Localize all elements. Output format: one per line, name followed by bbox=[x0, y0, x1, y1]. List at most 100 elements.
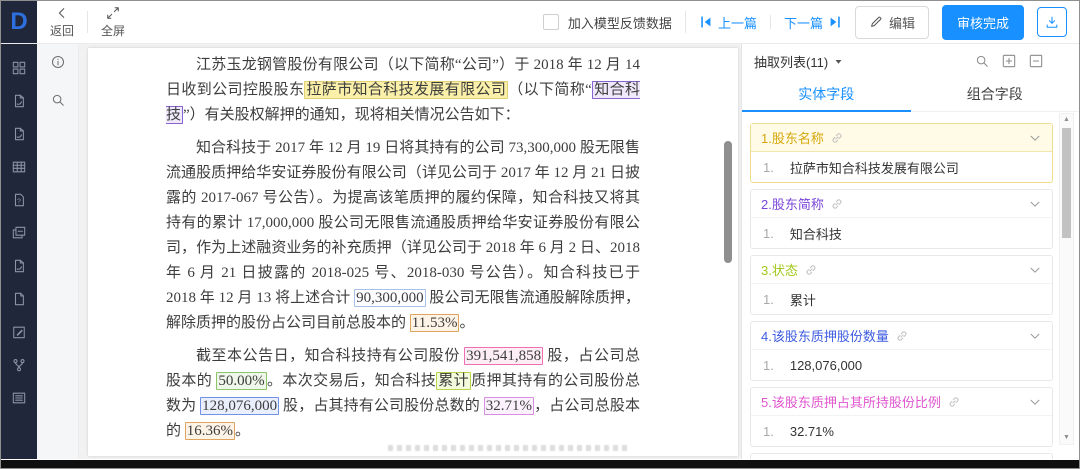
caret-down-icon bbox=[834, 57, 843, 66]
fullscreen-button[interactable]: 全屏 bbox=[88, 6, 138, 39]
chevron-down-icon[interactable] bbox=[1028, 131, 1042, 145]
panel-scrollbar[interactable]: ▲ ▼ bbox=[1059, 113, 1074, 445]
field-value-row[interactable]: 1.128,076,000 bbox=[751, 350, 1052, 380]
pdf-file-icon[interactable] bbox=[1, 249, 37, 282]
topbar: D 返回 全屏 加入模型反馈数据 上一篇 下一篇 bbox=[1, 1, 1079, 44]
back-button[interactable]: 返回 bbox=[37, 6, 87, 39]
doc-highlight-lime[interactable]: 累计 bbox=[436, 372, 471, 390]
next-page-fragment bbox=[388, 445, 628, 451]
unknown-file-icon[interactable]: ? bbox=[1, 183, 37, 216]
branch-icon[interactable] bbox=[1, 348, 37, 381]
tab-combined-fields[interactable]: 组合字段 bbox=[911, 77, 1080, 111]
feedback-checkbox-row[interactable]: 加入模型反馈数据 bbox=[543, 13, 672, 32]
value-index: 1. bbox=[763, 160, 774, 175]
doc-paragraph: 知合科技于 2017 年 12 月 19 日将其持有的公司 73,300,000… bbox=[166, 136, 640, 336]
topbar-actions: 加入模型反馈数据 上一篇 下一篇 编辑 审核完成 bbox=[543, 5, 1079, 40]
info-icon[interactable] bbox=[51, 55, 65, 69]
dashboard-icon[interactable] bbox=[1, 51, 37, 84]
field-card: 5.该股东质押占其所持股份比例 1. 32.71% bbox=[750, 387, 1053, 447]
back-label: 返回 bbox=[50, 22, 74, 39]
field-label: 4.该股东质押股份数量 bbox=[761, 326, 889, 345]
link-icon[interactable] bbox=[895, 329, 909, 343]
field-label: 3.状态 bbox=[761, 260, 798, 279]
field-value: 累计 bbox=[790, 290, 816, 309]
doc-highlight-orange[interactable]: 16.36% bbox=[185, 422, 235, 440]
doc-highlight-pink[interactable]: 391,541,858 bbox=[464, 347, 543, 365]
link-icon[interactable] bbox=[830, 131, 844, 145]
field-value-row[interactable]: 1. 32.71% bbox=[751, 416, 1052, 446]
panel-tabs: 实体字段 组合字段 bbox=[742, 77, 1079, 112]
link-icon[interactable] bbox=[804, 263, 818, 277]
search-icon[interactable] bbox=[975, 54, 989, 68]
chevron-down-icon[interactable] bbox=[1028, 197, 1042, 211]
file-icon[interactable] bbox=[1, 282, 37, 315]
copy-icon[interactable] bbox=[1, 216, 37, 249]
doc-highlight-orange[interactable]: 11.53% bbox=[410, 314, 460, 332]
field-card-header[interactable]: 2.股东简称 bbox=[751, 190, 1052, 218]
next-label: 下一篇 bbox=[784, 13, 823, 32]
doc-highlight-yellow[interactable]: 拉萨市知合科技发展有限公司 bbox=[304, 81, 508, 99]
doc-highlight-violet[interactable]: 32.71% bbox=[484, 397, 534, 415]
table-icon[interactable] bbox=[1, 150, 37, 183]
pencil-icon bbox=[869, 15, 883, 29]
field-card: 4.该股东质押股份数量 1.128,076,000 bbox=[750, 321, 1053, 381]
next-article-button[interactable]: 下一篇 bbox=[784, 13, 842, 32]
edit-note-icon[interactable] bbox=[1, 315, 37, 348]
scrollbar-thumb[interactable] bbox=[724, 141, 732, 263]
field-value: 32.71% bbox=[790, 424, 834, 439]
doc-highlight-blue[interactable]: 128,076,000 bbox=[200, 397, 279, 415]
field-value: 128,076,000 bbox=[790, 358, 862, 373]
chevron-down-icon[interactable] bbox=[1028, 329, 1042, 343]
skip-previous-icon bbox=[699, 15, 713, 29]
scroll-down-arrow[interactable]: ▼ bbox=[1060, 433, 1073, 443]
field-card-header[interactable]: 5.该股东质押占其所持股份比例 bbox=[751, 388, 1052, 416]
extract-list-dropdown[interactable]: 抽取列表(11) bbox=[754, 52, 843, 71]
field-card-header[interactable]: 4.该股东质押股份数量 bbox=[751, 322, 1052, 350]
edit-button[interactable]: 编辑 bbox=[855, 6, 929, 39]
chevron-left-icon bbox=[55, 6, 69, 20]
scroll-up-arrow[interactable]: ▲ bbox=[1060, 115, 1073, 125]
field-card-header[interactable]: 1.股东名称 bbox=[751, 124, 1052, 152]
approve-button[interactable]: 审核完成 bbox=[942, 5, 1024, 40]
divider bbox=[770, 15, 771, 29]
checkbox-icon[interactable] bbox=[543, 14, 559, 30]
collapse-all-icon[interactable] bbox=[1029, 54, 1043, 68]
edit-label: 编辑 bbox=[889, 13, 915, 32]
extraction-panel: 抽取列表(11) 实体字段 组合字段 1.股东名称1.拉萨市知合科技发展有限公司… bbox=[741, 43, 1079, 459]
field-card: 3.状态 1.累计 bbox=[750, 255, 1053, 315]
field-label: 2.股东简称 bbox=[761, 194, 824, 213]
search-icon[interactable] bbox=[51, 93, 65, 107]
document-text: 江苏玉龙钢管股份有限公司（以下简称“公司”）于 2018 年 12 月 14 日… bbox=[88, 48, 738, 456]
chevron-down-icon[interactable] bbox=[1028, 395, 1042, 409]
doc-highlight-green[interactable]: 50.00% bbox=[216, 372, 266, 390]
field-card-header[interactable]: 3.状态 bbox=[751, 256, 1052, 284]
divider bbox=[685, 11, 686, 33]
fullscreen-label: 全屏 bbox=[101, 22, 125, 39]
field-value-row[interactable]: 1.知合科技 bbox=[751, 218, 1052, 248]
scrollbar-thumb[interactable] bbox=[1062, 128, 1071, 238]
link-icon[interactable] bbox=[830, 197, 844, 211]
pdf-file-icon[interactable] bbox=[1, 84, 37, 117]
field-list: 1.股东名称1.拉萨市知合科技发展有限公司2.股东简称1.知合科技3.状态1.累… bbox=[750, 123, 1053, 459]
prev-article-button[interactable]: 上一篇 bbox=[699, 13, 757, 32]
app-logo[interactable]: D bbox=[1, 1, 37, 43]
fullscreen-icon bbox=[106, 6, 120, 20]
field-value-row[interactable]: 1.累计 bbox=[751, 284, 1052, 314]
download-button[interactable] bbox=[1037, 7, 1067, 37]
pdf-file-icon[interactable] bbox=[1, 117, 37, 150]
field-card: 2.股东简称 1.知合科技 bbox=[750, 189, 1053, 249]
list-icon[interactable] bbox=[1, 381, 37, 414]
value-index: 1. bbox=[763, 424, 774, 439]
panel-tools bbox=[975, 54, 1067, 68]
document-page: 江苏玉龙钢管股份有限公司（以下简称“公司”）于 2018 年 12 月 14 日… bbox=[88, 48, 738, 456]
panel-header: 抽取列表(11) bbox=[742, 43, 1079, 77]
field-value-row[interactable]: 1.拉萨市知合科技发展有限公司 bbox=[751, 152, 1052, 182]
tab-entity-fields[interactable]: 实体字段 bbox=[742, 77, 911, 111]
link-icon[interactable] bbox=[947, 395, 961, 409]
document-scrollbar[interactable] bbox=[724, 43, 733, 459]
doc-highlight-bluegray[interactable]: 90,300,000 bbox=[354, 289, 426, 307]
field-value: 知合科技 bbox=[790, 224, 842, 243]
expand-all-icon[interactable] bbox=[1002, 54, 1016, 68]
chevron-down-icon[interactable] bbox=[1028, 263, 1042, 277]
feedback-checkbox-label: 加入模型反馈数据 bbox=[568, 13, 672, 32]
